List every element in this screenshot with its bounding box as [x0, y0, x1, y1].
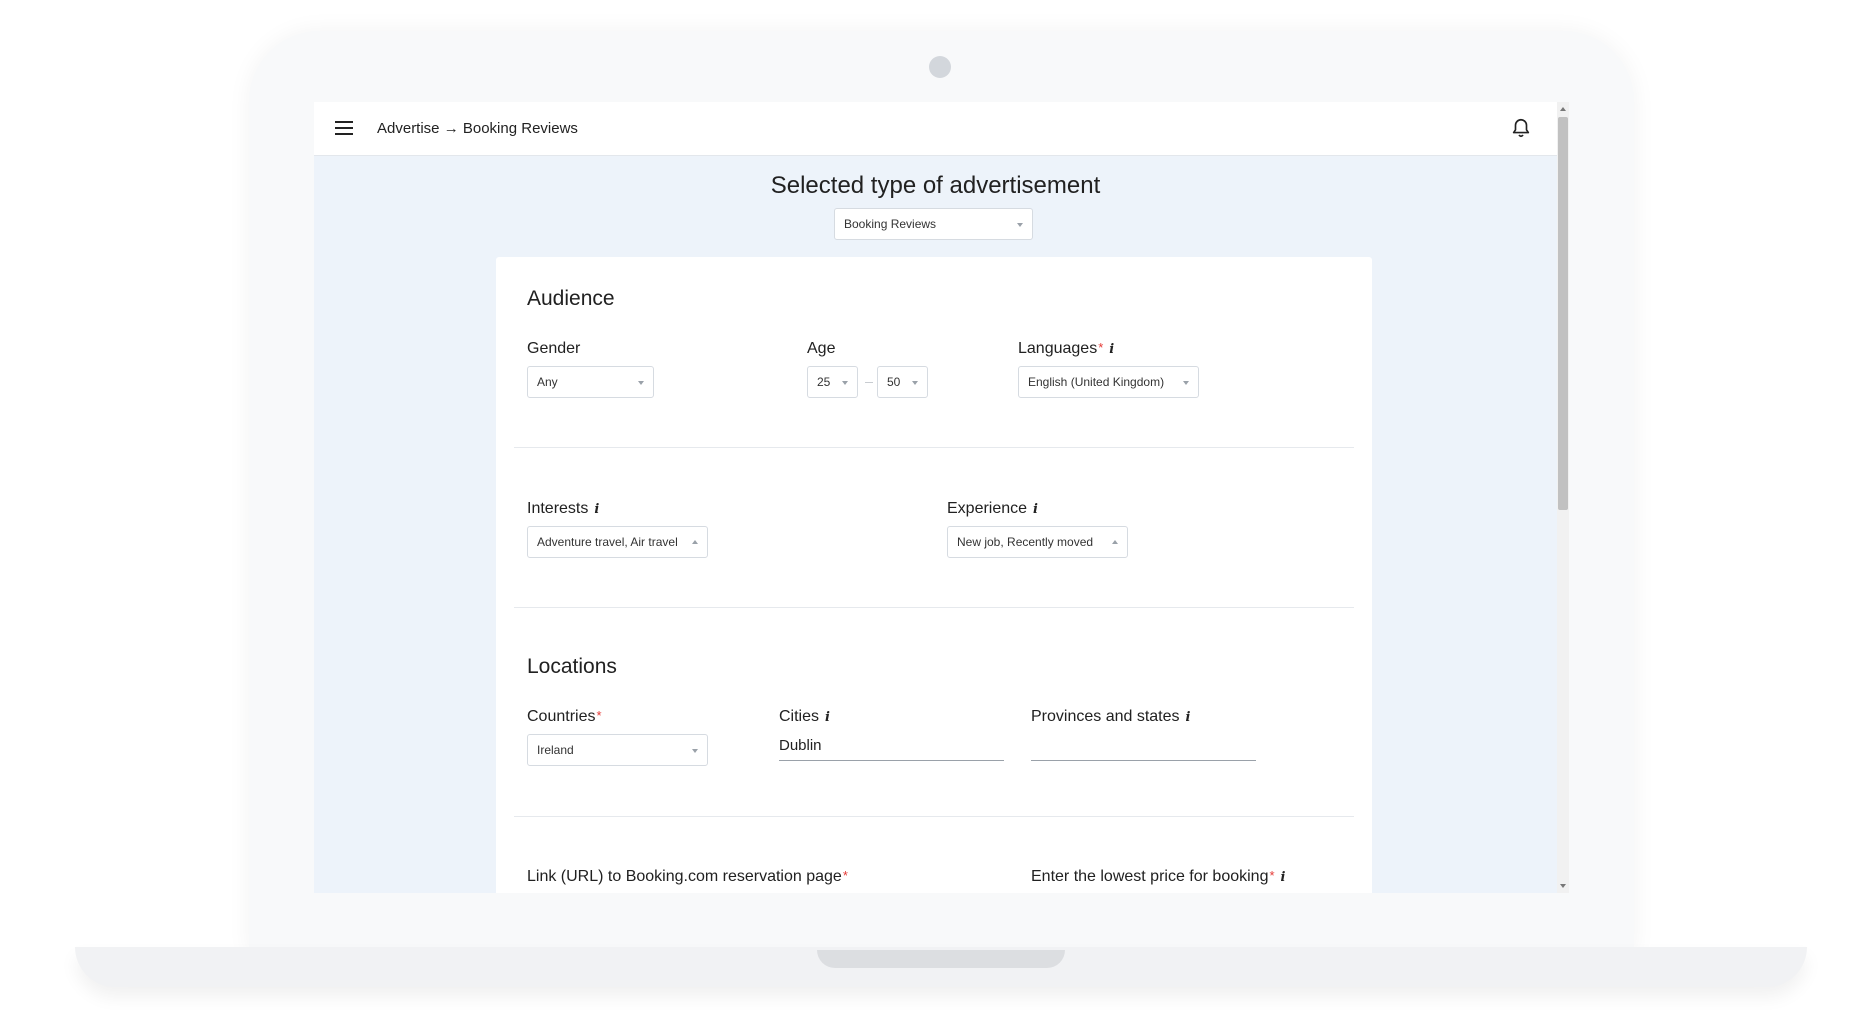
breadcrumb: Advertise → Booking Reviews: [377, 120, 578, 137]
locations-title: Locations: [527, 655, 617, 678]
info-icon[interactable]: i: [1109, 342, 1114, 357]
app-screen: Advertise → Booking Reviews Selected typ…: [314, 102, 1569, 893]
ad-type-value: Booking Reviews: [844, 217, 937, 231]
age-label: Age: [807, 340, 836, 357]
info-icon[interactable]: i: [825, 710, 830, 725]
page-title: Selected type of advertisement: [770, 172, 1101, 199]
age-range-dash: [865, 382, 873, 383]
gender-value: Any: [537, 375, 558, 389]
chevron-down-icon: [912, 381, 918, 385]
languages-value: English (United Kingdom): [1028, 375, 1165, 389]
age-max-select[interactable]: 50: [877, 366, 928, 398]
lowest-price-label: Enter the lowest price for booking* i: [1031, 868, 1286, 885]
gender-label: Gender: [527, 340, 581, 357]
scrollbar[interactable]: [1557, 102, 1569, 893]
age-min-value: 25: [817, 375, 831, 389]
booking-link-label: Link (URL) to Booking.com reservation pa…: [527, 868, 848, 885]
provinces-label: Provinces and states i: [1031, 708, 1191, 725]
languages-select[interactable]: English (United Kingdom): [1018, 366, 1199, 398]
section-divider: [514, 816, 1354, 817]
laptop-camera: [929, 56, 951, 78]
bell-icon[interactable]: [1510, 117, 1532, 139]
experience-value: New job, Recently moved: [957, 535, 1094, 549]
required-mark: *: [842, 868, 848, 883]
chevron-down-icon: [638, 381, 644, 385]
section-divider: [514, 607, 1354, 608]
ad-type-select[interactable]: Booking Reviews: [834, 208, 1033, 240]
cities-input[interactable]: Dublin: [779, 735, 1004, 761]
age-min-select[interactable]: 25: [807, 366, 858, 398]
top-bar: Advertise → Booking Reviews: [314, 102, 1557, 156]
chevron-up-icon: [692, 540, 698, 544]
interests-select[interactable]: Adventure travel, Air travel: [527, 526, 708, 558]
experience-label: Experience i: [947, 500, 1038, 517]
chevron-up-icon: [1112, 540, 1118, 544]
countries-select[interactable]: Ireland: [527, 734, 708, 766]
required-mark: *: [1269, 868, 1275, 883]
info-icon[interactable]: i: [1186, 710, 1191, 725]
ad-settings-card: Audience Gender Any Age 25 50 Languages*…: [496, 257, 1372, 893]
audience-title: Audience: [527, 287, 615, 310]
interests-value: Adventure travel, Air travel: [537, 535, 678, 549]
chevron-down-icon: [1183, 381, 1189, 385]
required-mark: *: [1098, 340, 1104, 355]
laptop-base-notch: [817, 950, 1065, 968]
info-icon[interactable]: i: [1033, 502, 1038, 517]
chevron-down-icon: [1017, 223, 1023, 227]
scrollbar-thumb[interactable]: [1558, 117, 1568, 510]
info-icon[interactable]: i: [594, 502, 599, 517]
section-divider: [514, 447, 1354, 448]
countries-value: Ireland: [537, 743, 574, 757]
scroll-down-arrow-icon[interactable]: [1560, 884, 1566, 888]
chevron-down-icon: [842, 381, 848, 385]
gender-select[interactable]: Any: [527, 366, 654, 398]
chevron-down-icon: [692, 749, 698, 753]
countries-label: Countries*: [527, 708, 602, 725]
scroll-up-arrow-icon[interactable]: [1560, 107, 1566, 111]
age-max-value: 50: [887, 375, 901, 389]
languages-label: Languages* i: [1018, 340, 1115, 357]
experience-select[interactable]: New job, Recently moved: [947, 526, 1128, 558]
cities-label: Cities i: [779, 708, 830, 725]
provinces-input[interactable]: [1031, 735, 1256, 761]
interests-label: Interests i: [527, 500, 600, 517]
menu-icon[interactable]: [335, 121, 353, 135]
info-icon[interactable]: i: [1281, 870, 1286, 885]
required-mark: *: [596, 708, 602, 723]
